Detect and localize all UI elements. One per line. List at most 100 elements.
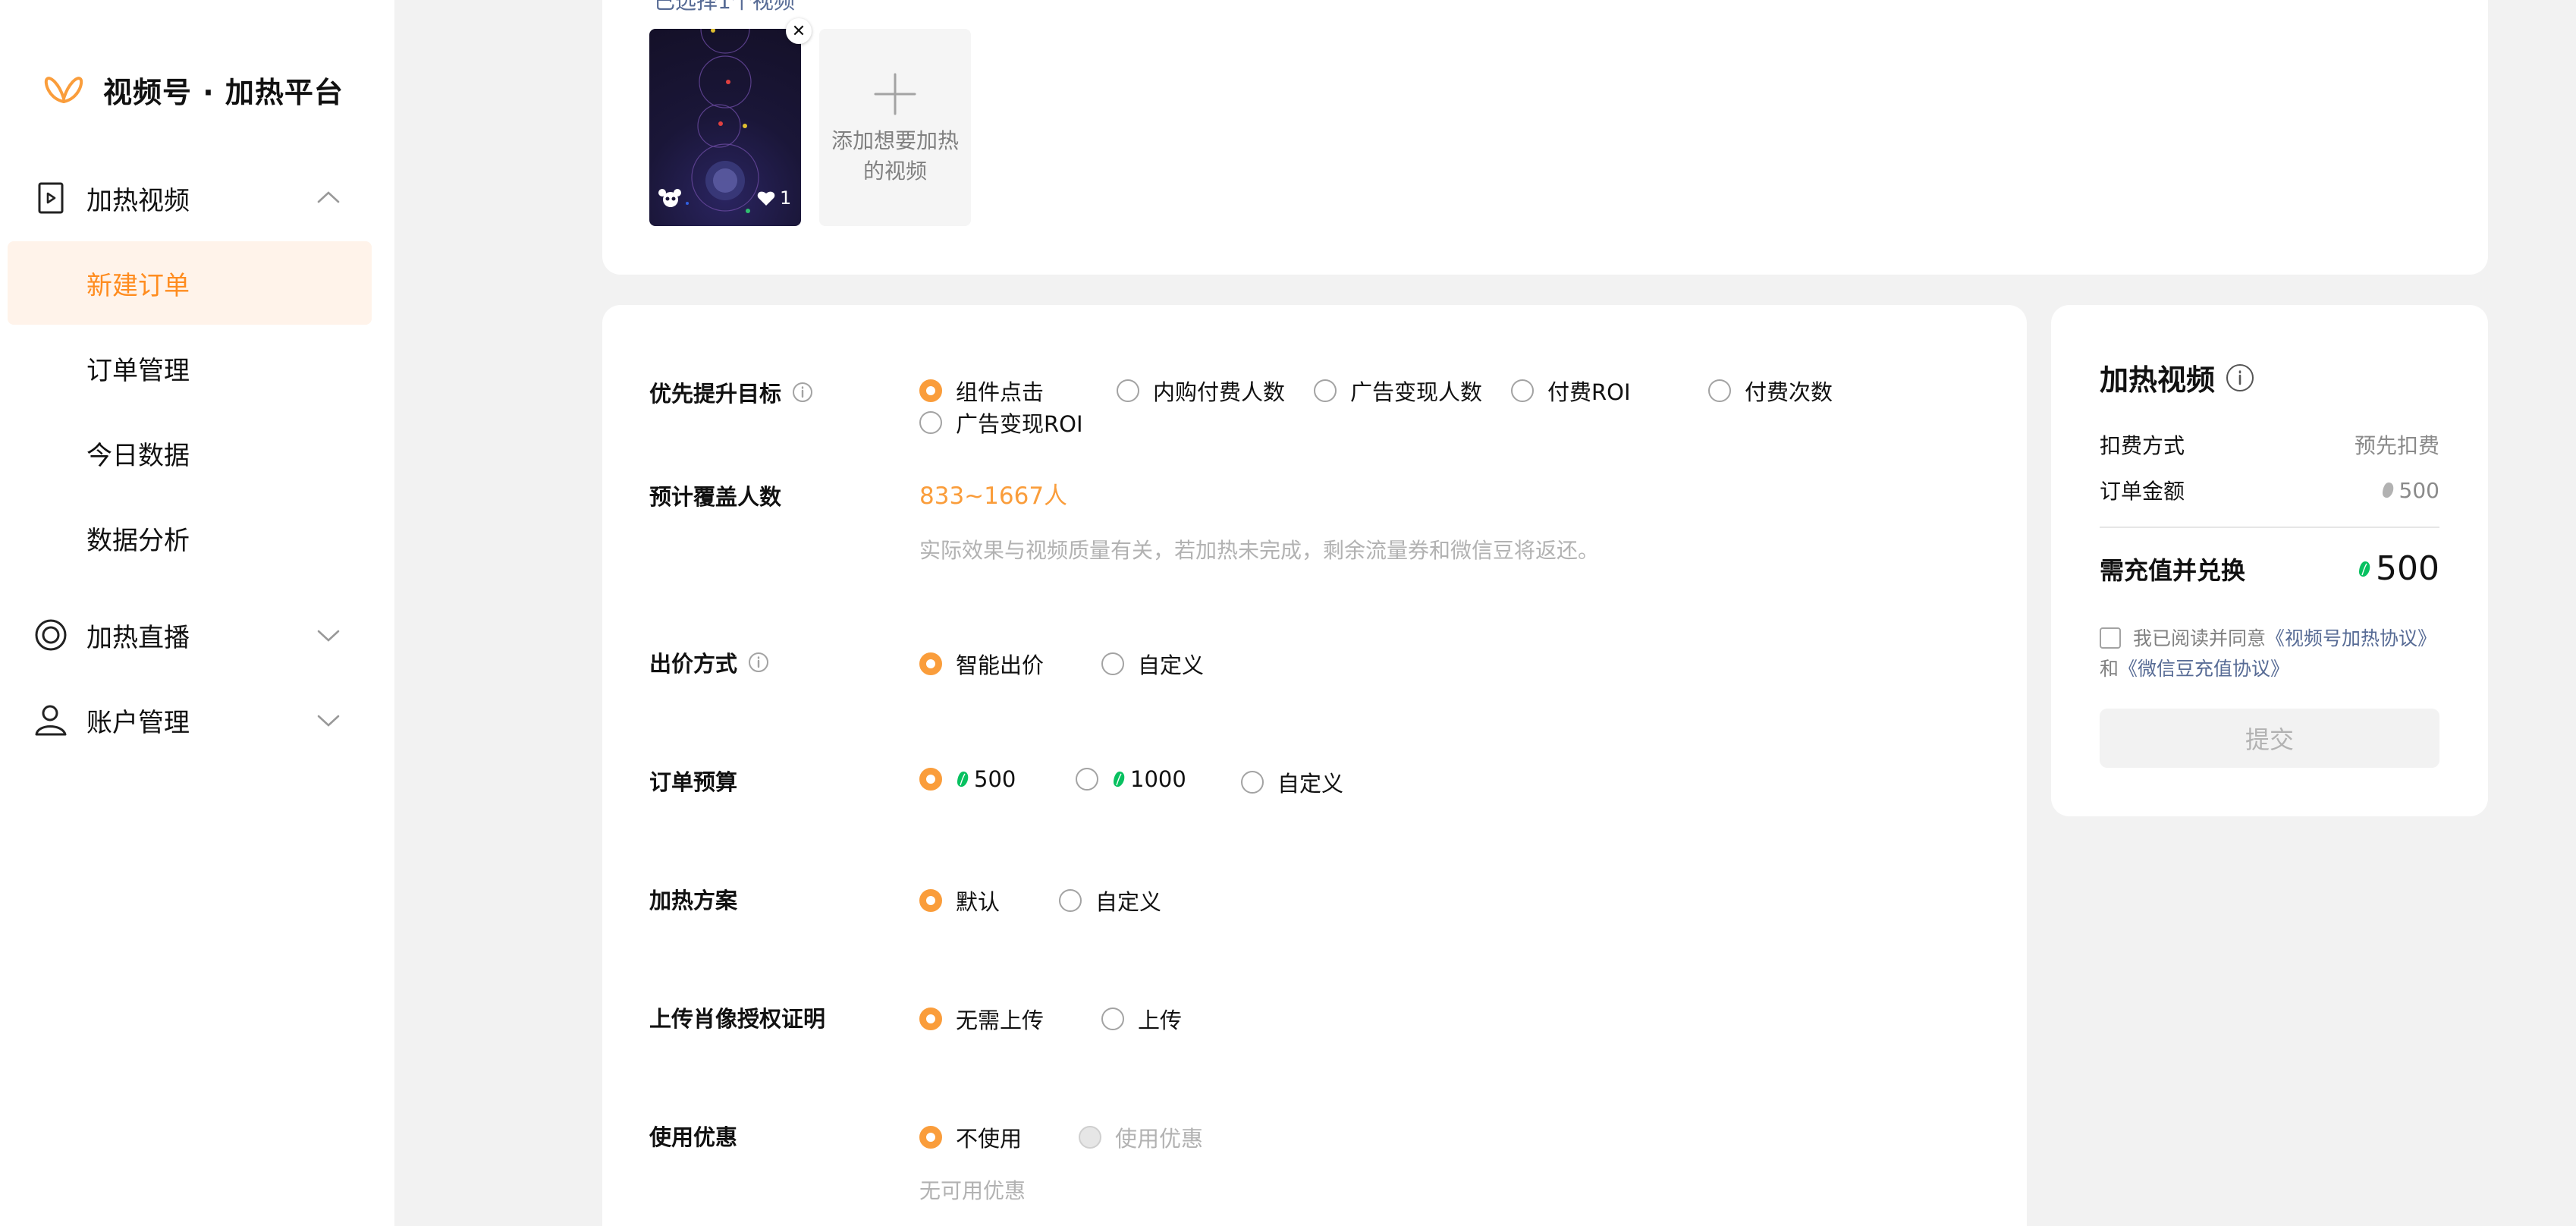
sidebar-item-new-order[interactable]: 新建订单: [8, 241, 372, 325]
order-amount-value-wrap: 500: [2381, 478, 2439, 503]
radio-label: 自定义: [1277, 771, 1344, 797]
radio-label: 1000: [1130, 766, 1186, 792]
sidebar-item-label: 数据分析: [86, 525, 190, 556]
summary-divider: [2100, 527, 2439, 528]
radio-label: 自定义: [1095, 889, 1162, 915]
sidebar-item-order-manage[interactable]: 订单管理: [8, 326, 372, 410]
info-icon[interactable]: [792, 382, 813, 403]
discount-option-use[interactable]: 使用优惠: [1079, 1121, 1203, 1153]
agreement: 我已阅读并同意《视频号加热协议》 和《微信豆充值协议》: [2100, 624, 2449, 684]
live-icon: [35, 619, 67, 651]
budget-label: 订单预算: [649, 765, 737, 797]
budget-label-text: 订单预算: [649, 769, 738, 795]
nav-group-label: 加热直播: [86, 622, 190, 653]
radio-label: 上传: [1138, 1008, 1183, 1033]
coverage-estimate: 833~1667人: [919, 483, 1068, 510]
plan-label-text: 加热方案: [649, 888, 738, 913]
portrait-option-upload[interactable]: 上传: [1101, 1003, 1182, 1035]
goal-option-component-click[interactable]: 组件点击: [919, 375, 1044, 407]
nav-group-account[interactable]: 账户管理: [0, 686, 394, 754]
goal-option-iap-payers[interactable]: 内购付费人数: [1117, 375, 1285, 407]
pay-label: 需充值并兑换: [2100, 555, 2246, 585]
coverage-label: 预计覆盖人数: [649, 479, 781, 511]
bean-recharge-agreement-link[interactable]: 《微信豆充值协议》: [2119, 658, 2289, 680]
budget-option-1000[interactable]: 1000: [1076, 766, 1186, 792]
radio-label: 无需上传: [956, 1008, 1045, 1033]
radio-label: 广告变现人数: [1350, 379, 1483, 405]
app-logo: 视频号 · 加热平台: [42, 67, 344, 112]
sidebar-item-today-data[interactable]: 今日数据: [8, 411, 372, 495]
bid-option-custom[interactable]: 自定义: [1101, 648, 1204, 680]
summary-title-text: 加热视频: [2100, 363, 2216, 397]
agree-checkbox[interactable]: [2100, 627, 2121, 649]
panda-icon: [658, 189, 681, 207]
coverage-hint: 实际效果与视频质量有关，若加热未完成，剩余流量券和微信豆将返还。: [919, 538, 1600, 563]
wechat-bean-icon: [1114, 772, 1125, 787]
wechat-bean-icon: [957, 772, 969, 787]
goal-label: 优先提升目标: [649, 376, 813, 408]
radio-label: 500: [974, 766, 1016, 792]
order-amount-row: 订单金额 500: [2100, 475, 2439, 505]
chevron-down-icon: [317, 630, 340, 642]
video-hot-agreement-link[interactable]: 《视频号加热协议》: [2266, 627, 2436, 649]
sidebar: 视频号 · 加热平台 加热视频 新建订单 订单管理 今日数据 数据分析 加热直播: [0, 0, 394, 1226]
goal-option-pay-times[interactable]: 付费次数: [1708, 375, 1833, 407]
agree-text: 我已阅读并同意: [2133, 627, 2267, 649]
portrait-label: 上传肖像授权证明: [649, 1001, 825, 1033]
nav-group-label: 账户管理: [86, 707, 190, 738]
pay-value-wrap: 500: [2358, 549, 2439, 588]
plus-icon: [874, 73, 916, 115]
wechat-bean-icon: [2359, 561, 2370, 577]
account-icon: [35, 705, 67, 736]
charge-method-row: 扣费方式 预先扣费: [2100, 429, 2439, 460]
radio-label: 组件点击: [956, 379, 1045, 405]
pay-row: 需充值并兑换 500: [2100, 549, 2439, 588]
discount-option-none[interactable]: 不使用: [919, 1121, 1022, 1153]
add-video-button[interactable]: 添加想要加热的视频: [819, 29, 971, 226]
budget-option-custom[interactable]: 自定义: [1241, 766, 1343, 798]
discount-hint: 无可用优惠: [919, 1178, 1026, 1203]
nav-group-hot-video[interactable]: 加热视频: [0, 164, 394, 232]
radio-label: 内购付费人数: [1153, 379, 1286, 405]
info-icon[interactable]: [748, 652, 769, 673]
heart-icon: [757, 191, 775, 206]
butterfly-logo-icon: [44, 77, 83, 103]
radio-label: 广告变现ROI: [956, 411, 1083, 437]
like-count: 1: [757, 187, 791, 209]
nav-group-hot-live[interactable]: 加热直播: [0, 601, 394, 669]
budget-option-500[interactable]: 500: [919, 766, 1016, 792]
sidebar-item-data-analysis[interactable]: 数据分析: [8, 496, 372, 580]
sidebar-item-label: 新建订单: [86, 270, 190, 301]
radio-label: 智能出价: [956, 652, 1045, 678]
info-icon[interactable]: [2226, 363, 2254, 392]
goal-option-pay-roi[interactable]: 付费ROI: [1511, 375, 1631, 407]
add-video-label: 添加想要加热的视频: [831, 128, 959, 184]
submit-button[interactable]: 提交: [2100, 709, 2439, 768]
charge-method-value: 预先扣费: [2354, 433, 2439, 458]
sidebar-item-label: 今日数据: [86, 440, 190, 471]
bid-option-smart[interactable]: 智能出价: [919, 648, 1044, 680]
nav-group-label: 加热视频: [86, 185, 190, 216]
bid-label: 出价方式: [649, 646, 769, 678]
radio-label: 使用优惠: [1115, 1126, 1204, 1152]
sidebar-item-label: 订单管理: [86, 355, 190, 386]
radio-label: 付费ROI: [1547, 379, 1631, 405]
remove-video-button[interactable]: ✕: [786, 18, 812, 44]
order-amount-label: 订单金额: [2100, 479, 2185, 504]
plan-option-default[interactable]: 默认: [919, 885, 1000, 916]
selected-count-link[interactable]: 已选择1个视频: [654, 0, 795, 15]
goal-option-ad-monetize-users[interactable]: 广告变现人数: [1314, 375, 1482, 407]
chevron-down-icon: [317, 715, 340, 727]
wechat-bean-icon: [2382, 483, 2393, 498]
plan-option-custom[interactable]: 自定义: [1059, 885, 1161, 916]
order-amount-value: 500: [2399, 477, 2439, 503]
portrait-label-text: 上传肖像授权证明: [649, 1006, 826, 1032]
like-count-value: 1: [780, 187, 792, 209]
video-play-icon: [38, 182, 64, 214]
goal-option-ad-monetize-roi[interactable]: 广告变现ROI: [919, 407, 1083, 439]
radio-label: 默认: [956, 889, 1001, 915]
plan-label: 加热方案: [649, 883, 737, 915]
portrait-option-no-upload[interactable]: 无需上传: [919, 1003, 1044, 1035]
pay-value: 500: [2376, 549, 2439, 588]
summary-title: 加热视频: [2100, 357, 2254, 398]
